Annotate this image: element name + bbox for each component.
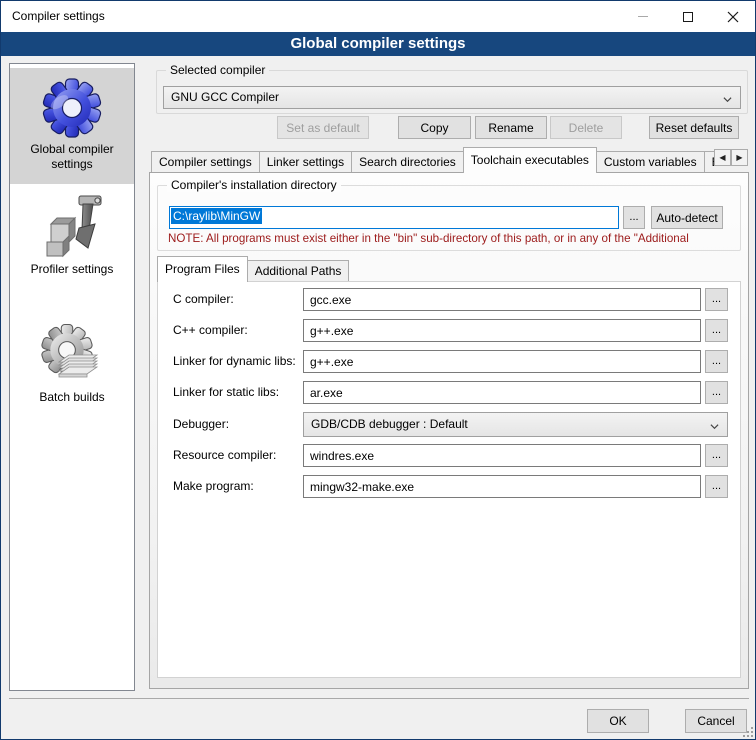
tab-linker-settings[interactable]: Linker settings: [259, 151, 352, 172]
ok-button[interactable]: OK: [587, 709, 649, 733]
sidebar-item-label: Global compiler settings: [10, 142, 134, 172]
set-as-default-button[interactable]: Set as default: [277, 116, 369, 139]
sidebar-item-profiler-settings[interactable]: Profiler settings: [10, 188, 134, 300]
window-controls: [620, 1, 755, 32]
chevron-down-icon: [723, 95, 732, 104]
c-compiler-input[interactable]: [303, 288, 701, 311]
cancel-button[interactable]: Cancel: [685, 709, 747, 733]
arrow-left-icon: ◀: [719, 153, 725, 162]
installation-directory-browse-button[interactable]: ...: [623, 206, 645, 229]
linker-static-input[interactable]: [303, 381, 701, 404]
maximize-icon: [683, 12, 693, 22]
sidebar-item-label: Batch builds: [10, 390, 134, 405]
installation-directory-input[interactable]: C:\raylib\MinGW: [169, 206, 619, 229]
resize-grip[interactable]: [743, 727, 753, 737]
settings-category-list: Global compiler settings Profiler s: [9, 63, 135, 691]
resource-compiler-label: Resource compiler:: [173, 444, 276, 467]
cpp-compiler-label: C++ compiler:: [173, 319, 248, 342]
main-tab-strip: Compiler settings Linker settings Search…: [151, 147, 714, 173]
linker-static-browse-button[interactable]: ...: [705, 381, 728, 404]
debugger-select-value: GDB/CDB debugger : Default: [311, 417, 468, 431]
footer-divider: [9, 698, 749, 699]
rename-button[interactable]: Rename: [475, 116, 547, 139]
program-files-tab-strip: Program Files Additional Paths: [157, 255, 477, 282]
resource-compiler-input[interactable]: [303, 444, 701, 467]
tab-additional-paths[interactable]: Additional Paths: [247, 260, 350, 281]
arrow-right-icon: ▶: [736, 153, 742, 162]
selected-compiler-group-label: Selected compiler: [166, 63, 269, 77]
tab-compiler-settings[interactable]: Compiler settings: [151, 151, 260, 172]
linker-dynamic-label: Linker for dynamic libs:: [173, 350, 296, 373]
installation-directory-group-label: Compiler's installation directory: [167, 178, 341, 192]
tab-toolchain-executables[interactable]: Toolchain executables: [463, 147, 597, 173]
tab-search-directories[interactable]: Search directories: [351, 151, 464, 172]
auto-detect-button[interactable]: Auto-detect: [651, 206, 723, 229]
tab-scroll-left-button[interactable]: ◀: [714, 149, 731, 166]
tab-program-files[interactable]: Program Files: [157, 256, 248, 282]
make-program-browse-button[interactable]: ...: [705, 475, 728, 498]
cpp-compiler-browse-button[interactable]: ...: [705, 319, 728, 342]
c-compiler-browse-button[interactable]: ...: [705, 288, 728, 311]
delete-button[interactable]: Delete: [550, 116, 622, 139]
sidebar-item-batch-builds[interactable]: Batch builds: [10, 322, 134, 422]
linker-dynamic-browse-button[interactable]: ...: [705, 350, 728, 373]
debugger-select[interactable]: GDB/CDB debugger : Default: [303, 412, 728, 437]
blue-gear-icon: [39, 74, 105, 140]
debugger-label: Debugger:: [173, 413, 229, 436]
compiler-select[interactable]: GNU GCC Compiler: [163, 86, 741, 109]
titlebar: Compiler settings: [1, 1, 755, 32]
installation-directory-value: C:\raylib\MinGW: [171, 208, 262, 224]
installation-note: NOTE: All programs must exist either in …: [168, 232, 740, 247]
reset-defaults-button[interactable]: Reset defaults: [649, 116, 739, 139]
window-title: Compiler settings: [12, 1, 105, 32]
sidebar-item-label: Profiler settings: [10, 262, 134, 277]
chevron-down-icon: [710, 422, 719, 431]
tab-build-options[interactable]: Build options: [704, 151, 714, 172]
caliper-icon: [39, 194, 105, 260]
minimize-icon: [638, 16, 648, 17]
tab-custom-variables[interactable]: Custom variables: [596, 151, 705, 172]
page-title: Global compiler settings: [1, 32, 755, 56]
cpp-compiler-input[interactable]: [303, 319, 701, 342]
close-button[interactable]: [710, 1, 755, 32]
make-program-input[interactable]: [303, 475, 701, 498]
make-program-label: Make program:: [173, 475, 254, 498]
maximize-button[interactable]: [665, 1, 710, 32]
linker-dynamic-input[interactable]: [303, 350, 701, 373]
tab-scroll-right-button[interactable]: ▶: [731, 149, 748, 166]
resource-compiler-browse-button[interactable]: ...: [705, 444, 728, 467]
c-compiler-label: C compiler:: [173, 288, 234, 311]
close-icon: [727, 11, 739, 23]
copy-button[interactable]: Copy: [398, 116, 471, 139]
compiler-settings-dialog: Compiler settings Global compiler settin…: [0, 0, 756, 740]
compiler-select-value: GNU GCC Compiler: [171, 90, 279, 104]
gray-gear-stack-icon: [39, 322, 105, 388]
minimize-button[interactable]: [620, 1, 665, 32]
linker-static-label: Linker for static libs:: [173, 381, 279, 404]
sidebar-item-global-compiler-settings[interactable]: Global compiler settings: [10, 68, 134, 184]
